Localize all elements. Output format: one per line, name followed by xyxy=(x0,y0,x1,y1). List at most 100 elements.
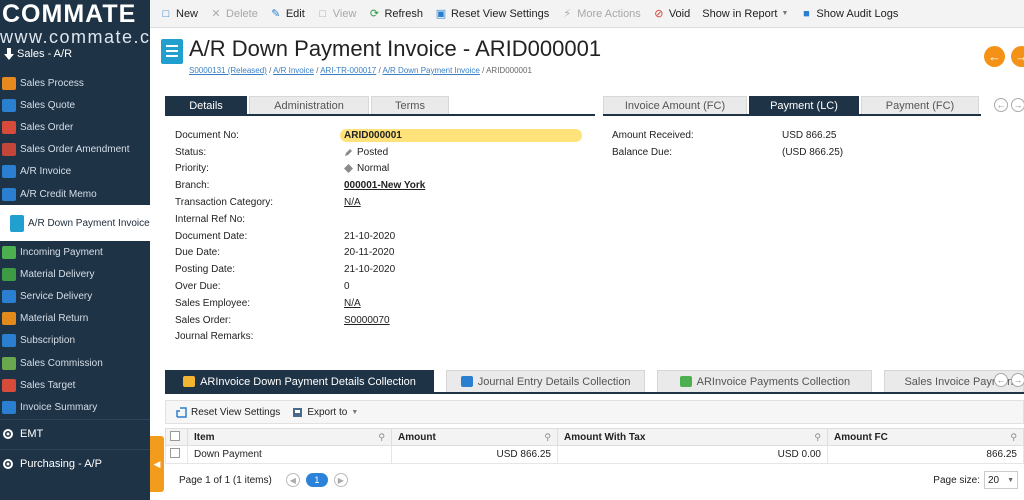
toolbar-label: Show Audit Logs xyxy=(816,7,899,20)
sales-order-value-container[interactable]: S0000070 xyxy=(344,315,390,326)
sidebar-item-ar-credit-memo[interactable]: A/R Credit Memo xyxy=(0,183,150,205)
field-internal-ref-no: Internal Ref No: xyxy=(175,211,595,228)
select-all-checkbox[interactable] xyxy=(165,428,188,446)
field-balance-due: Balance Due: (USD 866.25) xyxy=(612,144,962,161)
grid-export-label: Export to xyxy=(307,406,348,418)
sidebar-item-label: Subscription xyxy=(20,335,76,347)
previous-record-button[interactable]: ← xyxy=(984,46,1005,67)
sidebar-item-label: Sales Commission xyxy=(20,357,103,369)
breadcrumb-link[interactable]: S0000131 (Released) xyxy=(189,66,267,75)
pager-current-page[interactable]: 1 xyxy=(305,473,328,487)
table-row[interactable]: Down Payment USD 866.25 USD 0.00 866.25 xyxy=(165,445,1024,464)
more-actions-button[interactable]: ⚡ More Actions xyxy=(555,0,647,28)
transaction-category-value-container[interactable]: N/A xyxy=(344,197,361,208)
cell-amount-fc: 866.25 xyxy=(827,445,1024,464)
sales-employee-value-container[interactable]: N/A xyxy=(344,298,361,309)
sidebar-item-label: Incoming Payment xyxy=(20,246,103,258)
filter-icon[interactable]: ⚲ xyxy=(378,432,385,443)
collection-tabs-scroll-right[interactable]: → xyxy=(1011,373,1024,387)
grid-reset-view-button[interactable]: Reset View Settings xyxy=(176,407,280,418)
sidebar-item-sales-order[interactable]: Sales Order xyxy=(0,116,150,138)
delete-button[interactable]: ✕ Delete xyxy=(204,0,264,28)
document-icon xyxy=(161,39,183,64)
reset-view-icon xyxy=(176,406,187,418)
new-button[interactable]: □ New xyxy=(154,0,204,28)
sidebar-item-label: Invoice Summary xyxy=(20,402,98,414)
tab-administration[interactable]: Administration xyxy=(249,96,369,114)
page-size-select[interactable]: 20 ▼ xyxy=(984,471,1018,489)
sidebar-item-subscription[interactable]: Subscription xyxy=(0,330,150,352)
tab-payment-lc[interactable]: Payment (LC) xyxy=(749,96,859,114)
breadcrumb-link[interactable]: ARI-TR-000017 xyxy=(320,66,376,75)
sidebar-item-service-delivery[interactable]: Service Delivery xyxy=(0,286,150,308)
field-label: Due Date: xyxy=(175,247,221,259)
sidebar-item-label: Material Delivery xyxy=(20,268,95,280)
sidebar-item-incoming-payment[interactable]: Incoming Payment xyxy=(0,241,150,263)
reset-view-settings-button[interactable]: ▣ Reset View Settings xyxy=(429,0,555,28)
arrow-right-icon: → xyxy=(1015,49,1024,64)
arrow-left-icon: ← xyxy=(996,100,1006,110)
edit-button[interactable]: ✎ Edit xyxy=(264,0,311,28)
row-checkbox[interactable] xyxy=(165,445,188,464)
sidebar-item-sales-commission[interactable]: Sales Commission xyxy=(0,352,150,374)
sidebar-item-sales-process[interactable]: Sales Process xyxy=(0,72,150,94)
detail-fields: Document No: ARID000001 Status: Posted Prior… xyxy=(175,127,595,345)
tab-details[interactable]: Details xyxy=(165,96,247,114)
sidebar-item-material-delivery[interactable]: Material Delivery xyxy=(0,263,150,285)
tab-invoice-amount-fc[interactable]: Invoice Amount (FC) xyxy=(603,96,747,114)
sidebar-item-invoice-summary[interactable]: Invoice Summary xyxy=(0,396,150,418)
tab-terms[interactable]: Terms xyxy=(371,96,449,114)
document-date-value: 21-10-2020 xyxy=(344,230,396,242)
sidebar-section-emt[interactable]: EMT xyxy=(0,418,150,449)
show-audit-logs-button[interactable]: ■ Show Audit Logs xyxy=(794,0,904,28)
refresh-button[interactable]: ⟳ Refresh xyxy=(362,0,429,28)
branch-value-container[interactable]: 000001-New York xyxy=(344,180,425,191)
sidebar-item-sales-target[interactable]: Sales Target xyxy=(0,374,150,396)
collection-tabs-scroll-left[interactable]: ← xyxy=(994,373,1008,387)
view-button[interactable]: □ View xyxy=(311,0,363,28)
void-button[interactable]: ⊘ Void xyxy=(647,0,696,28)
filter-icon[interactable]: ⚲ xyxy=(1010,432,1017,443)
sidebar-item-material-return[interactable]: Material Return xyxy=(0,308,150,330)
toolbar-label: Show in Report xyxy=(702,7,778,20)
sidebar-section-purchasing[interactable]: Purchasing - A/P xyxy=(0,448,150,479)
column-header-item[interactable]: Item ⚲ xyxy=(187,428,392,446)
priority-value-container: Normal xyxy=(344,163,389,174)
sidebar-item-ar-invoice[interactable]: A/R Invoice xyxy=(0,161,150,183)
sales-employee-value: N/A xyxy=(344,297,361,309)
column-header-amount-with-tax[interactable]: Amount With Tax ⚲ xyxy=(557,428,828,446)
module-header[interactable]: Sales - A/R xyxy=(0,44,150,64)
sidebar-item-label: Sales Process xyxy=(20,77,84,89)
field-document-no: Document No: ARID000001 xyxy=(175,127,595,144)
next-record-button[interactable]: → xyxy=(1011,46,1024,67)
tab-arinvoice-payments-collection[interactable]: ARInvoice Payments Collection xyxy=(657,370,873,392)
breadcrumb-link[interactable]: A/R Down Payment Invoice xyxy=(382,66,479,75)
grid-export-button[interactable]: Export to ▼ xyxy=(292,407,358,418)
field-label: Posting Date: xyxy=(175,264,236,276)
sidebar-item-sales-order-amendment[interactable]: Sales Order Amendment xyxy=(0,139,150,161)
pager-next-button[interactable]: ▶ xyxy=(333,473,348,487)
breadcrumb-link[interactable]: A/R Invoice xyxy=(273,66,314,75)
tab-arinvoice-down-payment-details-collection[interactable]: ARInvoice Down Payment Details Collectio… xyxy=(165,370,434,392)
tab-payment-fc[interactable]: Payment (FC) xyxy=(861,96,979,114)
tab-scroll-right-button[interactable]: → xyxy=(1011,98,1024,112)
page-size-label: Page size: xyxy=(933,474,980,486)
column-header-amount-fc[interactable]: Amount FC ⚲ xyxy=(827,428,1024,446)
sidebar-section-label: EMT xyxy=(20,428,44,441)
edit-icon: ✎ xyxy=(271,8,281,20)
sidebar-item-sales-quote[interactable]: Sales Quote xyxy=(0,94,150,116)
tab-journal-entry-details-collection[interactable]: Journal Entry Details Collection xyxy=(446,370,646,392)
sidebar-item-label: A/R Down Payment Invoice xyxy=(28,217,150,229)
chevron-right-icon: ▶ xyxy=(337,475,344,485)
column-header-amount[interactable]: Amount ⚲ xyxy=(391,428,558,446)
sidebar-collapse-button[interactable]: ◀ xyxy=(150,436,164,492)
tab-scroll-left-button[interactable]: ← xyxy=(994,98,1008,112)
chevron-left-icon: ◀ xyxy=(289,475,296,485)
pager-prev-button[interactable]: ◀ xyxy=(285,473,300,487)
filter-icon[interactable]: ⚲ xyxy=(544,432,551,443)
filter-icon[interactable]: ⚲ xyxy=(814,432,821,443)
sidebar-item-ar-down-payment-invoice[interactable]: A/R Down Payment Invoice xyxy=(0,205,150,242)
branch-value: 000001-New York xyxy=(344,180,426,192)
refresh-icon: ⟳ xyxy=(369,8,380,20)
show-in-report-button[interactable]: Show in Report ▼ xyxy=(696,0,794,28)
